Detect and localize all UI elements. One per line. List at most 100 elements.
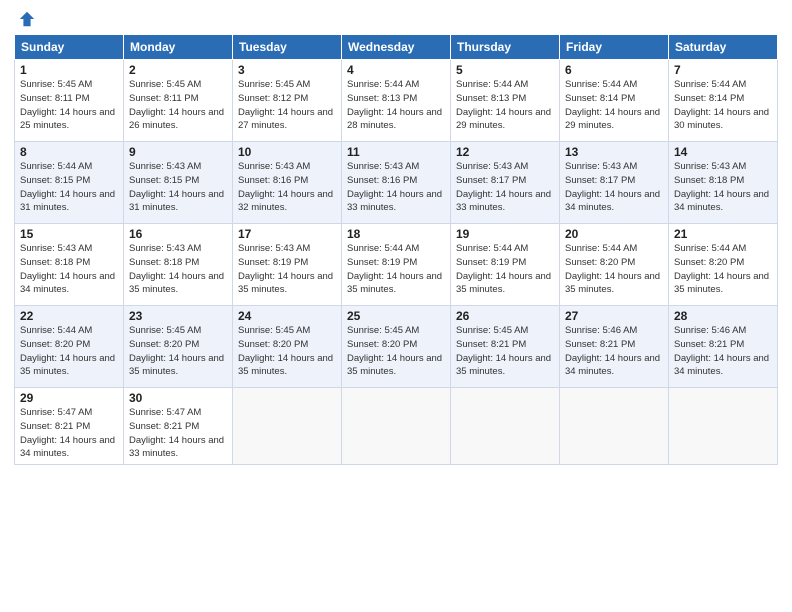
header <box>14 10 778 28</box>
calendar-cell: 28 Sunrise: 5:46 AM Sunset: 8:21 PM Dayl… <box>669 306 778 388</box>
calendar-cell <box>342 388 451 465</box>
day-info: Sunrise: 5:43 AM Sunset: 8:18 PM Dayligh… <box>674 160 772 215</box>
calendar-cell <box>451 388 560 465</box>
day-number: 7 <box>674 63 772 77</box>
calendar-cell: 4 Sunrise: 5:44 AM Sunset: 8:13 PM Dayli… <box>342 60 451 142</box>
day-number: 10 <box>238 145 336 159</box>
day-info: Sunrise: 5:44 AM Sunset: 8:14 PM Dayligh… <box>674 78 772 133</box>
calendar-cell: 18 Sunrise: 5:44 AM Sunset: 8:19 PM Dayl… <box>342 224 451 306</box>
weekday-header-sunday: Sunday <box>15 35 124 60</box>
calendar-cell: 24 Sunrise: 5:45 AM Sunset: 8:20 PM Dayl… <box>233 306 342 388</box>
day-info: Sunrise: 5:44 AM Sunset: 8:14 PM Dayligh… <box>565 78 663 133</box>
day-info: Sunrise: 5:45 AM Sunset: 8:11 PM Dayligh… <box>129 78 227 133</box>
day-number: 1 <box>20 63 118 77</box>
logo <box>14 10 36 28</box>
calendar-cell: 23 Sunrise: 5:45 AM Sunset: 8:20 PM Dayl… <box>124 306 233 388</box>
day-number: 30 <box>129 391 227 405</box>
calendar-cell: 19 Sunrise: 5:44 AM Sunset: 8:19 PM Dayl… <box>451 224 560 306</box>
day-number: 21 <box>674 227 772 241</box>
day-info: Sunrise: 5:44 AM Sunset: 8:20 PM Dayligh… <box>674 242 772 297</box>
day-number: 24 <box>238 309 336 323</box>
calendar-cell: 27 Sunrise: 5:46 AM Sunset: 8:21 PM Dayl… <box>560 306 669 388</box>
day-info: Sunrise: 5:47 AM Sunset: 8:21 PM Dayligh… <box>129 406 227 461</box>
day-number: 11 <box>347 145 445 159</box>
day-info: Sunrise: 5:45 AM Sunset: 8:20 PM Dayligh… <box>238 324 336 379</box>
calendar: SundayMondayTuesdayWednesdayThursdayFrid… <box>14 34 778 465</box>
day-number: 12 <box>456 145 554 159</box>
day-info: Sunrise: 5:44 AM Sunset: 8:20 PM Dayligh… <box>565 242 663 297</box>
calendar-cell: 25 Sunrise: 5:45 AM Sunset: 8:20 PM Dayl… <box>342 306 451 388</box>
day-number: 16 <box>129 227 227 241</box>
calendar-cell: 13 Sunrise: 5:43 AM Sunset: 8:17 PM Dayl… <box>560 142 669 224</box>
day-info: Sunrise: 5:45 AM Sunset: 8:12 PM Dayligh… <box>238 78 336 133</box>
weekday-header-friday: Friday <box>560 35 669 60</box>
day-info: Sunrise: 5:44 AM Sunset: 8:13 PM Dayligh… <box>347 78 445 133</box>
calendar-cell: 11 Sunrise: 5:43 AM Sunset: 8:16 PM Dayl… <box>342 142 451 224</box>
calendar-cell: 17 Sunrise: 5:43 AM Sunset: 8:19 PM Dayl… <box>233 224 342 306</box>
day-number: 13 <box>565 145 663 159</box>
day-info: Sunrise: 5:43 AM Sunset: 8:16 PM Dayligh… <box>238 160 336 215</box>
calendar-cell: 1 Sunrise: 5:45 AM Sunset: 8:11 PM Dayli… <box>15 60 124 142</box>
weekday-header-monday: Monday <box>124 35 233 60</box>
day-number: 2 <box>129 63 227 77</box>
calendar-cell: 16 Sunrise: 5:43 AM Sunset: 8:18 PM Dayl… <box>124 224 233 306</box>
weekday-header-thursday: Thursday <box>451 35 560 60</box>
day-info: Sunrise: 5:44 AM Sunset: 8:19 PM Dayligh… <box>347 242 445 297</box>
day-info: Sunrise: 5:43 AM Sunset: 8:18 PM Dayligh… <box>129 242 227 297</box>
day-info: Sunrise: 5:43 AM Sunset: 8:15 PM Dayligh… <box>129 160 227 215</box>
day-info: Sunrise: 5:43 AM Sunset: 8:18 PM Dayligh… <box>20 242 118 297</box>
logo-icon <box>18 10 36 28</box>
day-info: Sunrise: 5:45 AM Sunset: 8:20 PM Dayligh… <box>129 324 227 379</box>
calendar-cell: 3 Sunrise: 5:45 AM Sunset: 8:12 PM Dayli… <box>233 60 342 142</box>
day-number: 4 <box>347 63 445 77</box>
day-info: Sunrise: 5:43 AM Sunset: 8:17 PM Dayligh… <box>565 160 663 215</box>
calendar-cell: 14 Sunrise: 5:43 AM Sunset: 8:18 PM Dayl… <box>669 142 778 224</box>
day-number: 8 <box>20 145 118 159</box>
calendar-cell: 29 Sunrise: 5:47 AM Sunset: 8:21 PM Dayl… <box>15 388 124 465</box>
day-info: Sunrise: 5:46 AM Sunset: 8:21 PM Dayligh… <box>674 324 772 379</box>
calendar-cell: 26 Sunrise: 5:45 AM Sunset: 8:21 PM Dayl… <box>451 306 560 388</box>
day-number: 20 <box>565 227 663 241</box>
day-number: 19 <box>456 227 554 241</box>
calendar-cell: 2 Sunrise: 5:45 AM Sunset: 8:11 PM Dayli… <box>124 60 233 142</box>
day-info: Sunrise: 5:44 AM Sunset: 8:19 PM Dayligh… <box>456 242 554 297</box>
day-number: 17 <box>238 227 336 241</box>
weekday-header-wednesday: Wednesday <box>342 35 451 60</box>
calendar-cell: 20 Sunrise: 5:44 AM Sunset: 8:20 PM Dayl… <box>560 224 669 306</box>
calendar-cell: 10 Sunrise: 5:43 AM Sunset: 8:16 PM Dayl… <box>233 142 342 224</box>
calendar-cell: 12 Sunrise: 5:43 AM Sunset: 8:17 PM Dayl… <box>451 142 560 224</box>
calendar-cell: 30 Sunrise: 5:47 AM Sunset: 8:21 PM Dayl… <box>124 388 233 465</box>
day-number: 22 <box>20 309 118 323</box>
calendar-cell: 8 Sunrise: 5:44 AM Sunset: 8:15 PM Dayli… <box>15 142 124 224</box>
day-number: 23 <box>129 309 227 323</box>
calendar-cell: 6 Sunrise: 5:44 AM Sunset: 8:14 PM Dayli… <box>560 60 669 142</box>
day-number: 29 <box>20 391 118 405</box>
day-info: Sunrise: 5:44 AM Sunset: 8:15 PM Dayligh… <box>20 160 118 215</box>
day-info: Sunrise: 5:43 AM Sunset: 8:16 PM Dayligh… <box>347 160 445 215</box>
calendar-cell: 9 Sunrise: 5:43 AM Sunset: 8:15 PM Dayli… <box>124 142 233 224</box>
day-number: 27 <box>565 309 663 323</box>
day-number: 6 <box>565 63 663 77</box>
day-info: Sunrise: 5:45 AM Sunset: 8:11 PM Dayligh… <box>20 78 118 133</box>
day-info: Sunrise: 5:45 AM Sunset: 8:20 PM Dayligh… <box>347 324 445 379</box>
day-number: 14 <box>674 145 772 159</box>
day-number: 26 <box>456 309 554 323</box>
day-info: Sunrise: 5:47 AM Sunset: 8:21 PM Dayligh… <box>20 406 118 461</box>
calendar-cell <box>669 388 778 465</box>
day-info: Sunrise: 5:44 AM Sunset: 8:20 PM Dayligh… <box>20 324 118 379</box>
calendar-cell <box>233 388 342 465</box>
day-number: 3 <box>238 63 336 77</box>
day-number: 25 <box>347 309 445 323</box>
day-info: Sunrise: 5:43 AM Sunset: 8:19 PM Dayligh… <box>238 242 336 297</box>
calendar-cell: 21 Sunrise: 5:44 AM Sunset: 8:20 PM Dayl… <box>669 224 778 306</box>
day-info: Sunrise: 5:45 AM Sunset: 8:21 PM Dayligh… <box>456 324 554 379</box>
weekday-header-tuesday: Tuesday <box>233 35 342 60</box>
day-info: Sunrise: 5:43 AM Sunset: 8:17 PM Dayligh… <box>456 160 554 215</box>
calendar-cell: 22 Sunrise: 5:44 AM Sunset: 8:20 PM Dayl… <box>15 306 124 388</box>
day-number: 15 <box>20 227 118 241</box>
calendar-cell: 7 Sunrise: 5:44 AM Sunset: 8:14 PM Dayli… <box>669 60 778 142</box>
calendar-cell: 15 Sunrise: 5:43 AM Sunset: 8:18 PM Dayl… <box>15 224 124 306</box>
day-info: Sunrise: 5:46 AM Sunset: 8:21 PM Dayligh… <box>565 324 663 379</box>
calendar-cell <box>560 388 669 465</box>
page: SundayMondayTuesdayWednesdayThursdayFrid… <box>0 0 792 612</box>
